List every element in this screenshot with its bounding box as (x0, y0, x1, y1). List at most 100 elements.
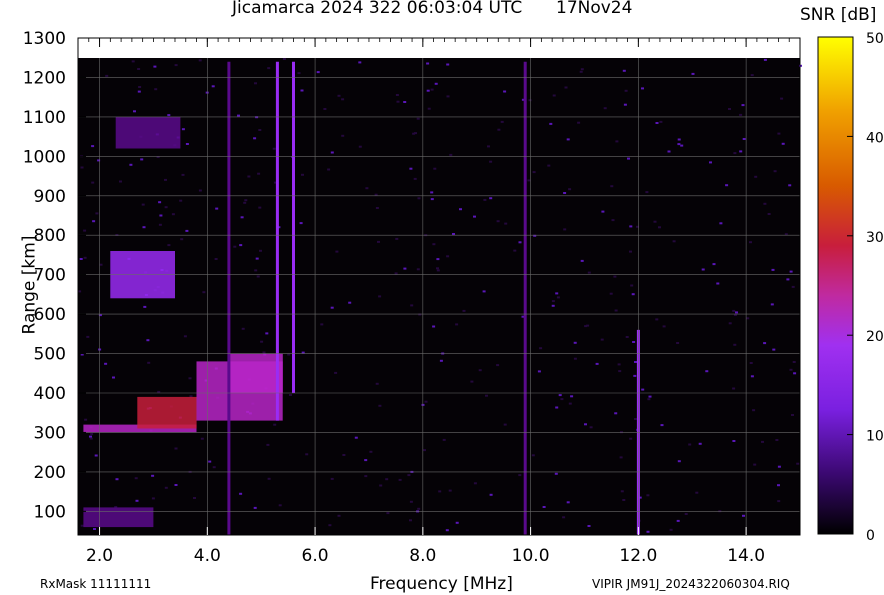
noise-speck (416, 117, 420, 120)
noise-speck (446, 95, 450, 98)
noise-speck (135, 499, 139, 502)
noise-speck (185, 143, 189, 145)
noise-speck (677, 460, 681, 463)
noise-speck (432, 243, 436, 246)
noise-speck (141, 203, 145, 206)
noise-speck (255, 257, 259, 260)
colorbar-tick-label: 40 (866, 130, 884, 146)
noise-speck (619, 456, 623, 459)
noise-speck (208, 460, 212, 463)
noise-speck (579, 70, 583, 73)
noise-speck (562, 516, 566, 519)
noise-speck (584, 423, 587, 426)
noise-speck (375, 207, 379, 209)
noise-speck (739, 150, 743, 153)
y-tick-label: 1100 (23, 108, 66, 128)
noise-speck (446, 63, 450, 66)
noise-speck (518, 241, 522, 244)
x-tick-label: 4.0 (194, 546, 221, 566)
noise-speck (89, 435, 92, 438)
noise-speck (623, 103, 627, 106)
noise-speck (375, 382, 379, 385)
noise-speck (655, 122, 659, 124)
noise-speck (337, 94, 341, 97)
noise-speck (634, 418, 637, 420)
echo-region-6 (83, 507, 154, 528)
noise-speck (129, 163, 133, 166)
noise-speck (618, 370, 622, 373)
noise-speck (174, 447, 178, 450)
noise-speck (629, 250, 632, 253)
noise-speck (414, 132, 417, 135)
colorbar-label: SNR [dB] (800, 5, 877, 25)
noise-speck (698, 442, 702, 445)
noise-speck (409, 167, 413, 170)
noise-speck (630, 284, 634, 287)
noise-speck (742, 138, 746, 140)
noise-speck (278, 504, 282, 507)
noise-speck (181, 173, 185, 176)
noise-speck (305, 453, 309, 456)
noise-speck (570, 395, 574, 398)
noise-speck (784, 233, 788, 236)
noise-speck (119, 180, 122, 183)
noise-speck (403, 267, 407, 270)
noise-speck (243, 201, 247, 204)
noise-speck (662, 325, 666, 328)
noise-speck (684, 513, 688, 515)
noise-speck (796, 462, 800, 465)
noise-speck (763, 58, 767, 61)
noise-speck (151, 474, 155, 477)
noise-speck (539, 347, 543, 350)
noise-speck (775, 439, 779, 441)
noise-speck (185, 229, 189, 232)
noise-speck (595, 362, 599, 365)
noise-speck (677, 143, 681, 146)
noise-speck (641, 388, 645, 391)
noise-speck (739, 113, 743, 116)
noise-speck (171, 213, 175, 216)
noise-speck (335, 250, 339, 253)
noise-speck (93, 528, 96, 530)
noise-speck (728, 322, 732, 325)
noise-speck (473, 482, 477, 485)
noise-speck (749, 241, 752, 244)
noise-speck (646, 494, 650, 497)
noise-speck (485, 394, 488, 397)
noise-speck (417, 507, 421, 510)
noise-speck (257, 172, 261, 175)
noise-speck (134, 477, 138, 480)
noise-speck (379, 484, 383, 487)
noise-speck (763, 202, 767, 205)
noise-speck (564, 86, 568, 89)
noise-speck (631, 293, 635, 296)
noise-speck (615, 140, 619, 143)
noise-speck (537, 370, 541, 373)
noise-speck (436, 258, 440, 261)
noise-speck (358, 145, 362, 148)
noise-speck (473, 215, 476, 218)
noise-speck (265, 332, 269, 335)
noise-speck (754, 175, 758, 178)
noise-speck (157, 390, 161, 393)
noise-speck (426, 89, 430, 92)
noise-speck (79, 258, 83, 260)
noise-speck (158, 223, 162, 226)
noise-speck (255, 116, 259, 119)
noise-speck (239, 244, 243, 247)
noise-speck (773, 170, 777, 173)
noise-speck (233, 245, 237, 248)
noise-speck (448, 489, 452, 492)
noise-speck (364, 459, 368, 462)
noise-speck (181, 128, 185, 131)
noise-speck (239, 492, 243, 495)
noise-speck (791, 414, 794, 416)
noise-speck (416, 268, 420, 271)
noise-speck (669, 528, 673, 531)
noise-speck (614, 309, 618, 312)
noise-speck (436, 269, 440, 272)
noise-speck (86, 335, 90, 338)
noise-speck (323, 108, 327, 110)
noise-speck (395, 94, 399, 96)
noise-speck (434, 82, 438, 85)
